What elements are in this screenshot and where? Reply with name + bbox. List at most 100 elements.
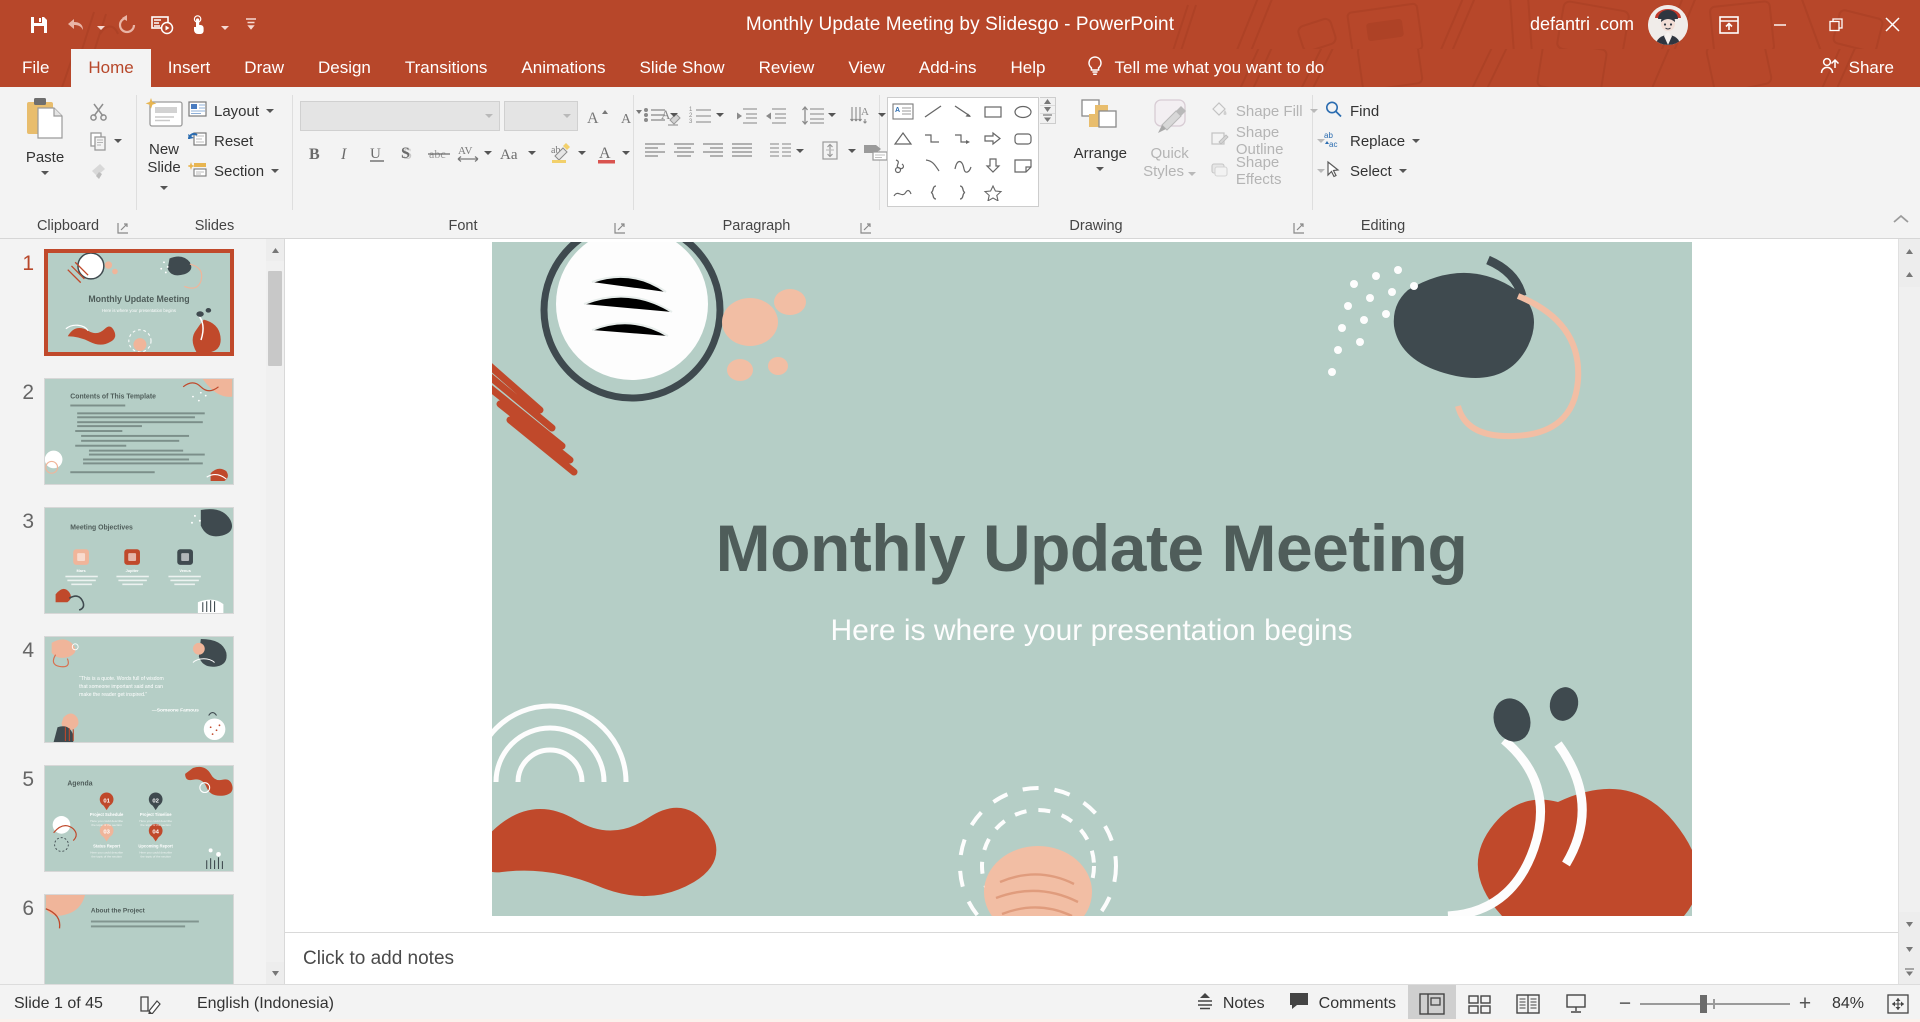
cut-icon[interactable] <box>83 97 113 125</box>
view-reading-button[interactable] <box>1504 985 1552 1022</box>
list-item[interactable]: 2 Contents of This Template <box>0 378 266 485</box>
list-item[interactable]: 3 Meeting Objectives Mars Jupiter Venus <box>0 507 266 614</box>
strikethrough-icon[interactable]: abc <box>424 139 454 167</box>
new-slide-button[interactable]: New Slide <box>144 93 184 195</box>
canvas-vertical-scrollbar[interactable] <box>1898 239 1920 984</box>
list-item[interactable]: 1 Monthly Update Meeting Here is where y… <box>0 249 266 356</box>
shapes-scroll-up-icon[interactable] <box>1040 98 1056 106</box>
tab-slide-show[interactable]: Slide Show <box>623 49 742 87</box>
account-name[interactable]: defantri .com <box>1530 14 1634 35</box>
replace-caret[interactable] <box>1412 139 1421 143</box>
quick-styles-caret[interactable] <box>1188 172 1197 176</box>
replace-button[interactable]: ab ac Replace <box>1320 127 1446 155</box>
line-spacing-caret[interactable] <box>828 113 836 117</box>
arrange-caret[interactable] <box>1096 167 1105 171</box>
collapse-ribbon-icon[interactable] <box>1892 213 1910 232</box>
list-item[interactable]: 6 About the Project <box>0 894 266 984</box>
tell-me-search[interactable]: Tell me what you want to do <box>1062 49 1324 87</box>
accessibility-checker-icon[interactable] <box>135 985 165 1022</box>
decrease-indent-icon[interactable] <box>733 101 761 129</box>
character-spacing-caret[interactable] <box>484 151 492 155</box>
tab-design[interactable]: Design <box>301 49 388 87</box>
shapes-scroll-down-icon[interactable] <box>1040 106 1056 114</box>
canvas-prev-slide-icon[interactable] <box>1899 263 1920 287</box>
find-button[interactable]: Find <box>1320 97 1446 125</box>
text-highlight-color-icon[interactable]: ab <box>547 139 577 167</box>
shape-effects-button[interactable]: Shape Effects <box>1206 154 1331 188</box>
close-button[interactable] <box>1864 0 1920 49</box>
canvas-scrollbar-track[interactable] <box>1899 287 1920 912</box>
shape-left-brace[interactable] <box>918 179 948 206</box>
numbering-icon[interactable]: 123 <box>687 101 715 129</box>
change-case-icon[interactable]: Aa <box>497 139 527 167</box>
section-button[interactable]: Section <box>184 157 285 185</box>
view-slide-sorter-button[interactable] <box>1456 985 1504 1022</box>
avatar[interactable] <box>1648 4 1688 45</box>
numbering-caret[interactable] <box>716 113 724 117</box>
new-slide-caret[interactable] <box>160 186 168 190</box>
change-case-caret[interactable] <box>528 151 536 155</box>
zoom-out-button[interactable]: − <box>1610 985 1640 1022</box>
undo-icon[interactable] <box>58 9 92 41</box>
font-color-icon[interactable]: A <box>593 139 621 167</box>
shape-oval[interactable] <box>1008 98 1038 125</box>
quick-access-toolbar[interactable] <box>0 9 258 41</box>
italic-icon[interactable]: I <box>331 139 361 167</box>
shape-right-arrow[interactable] <box>978 125 1008 152</box>
section-caret[interactable] <box>271 169 280 173</box>
font-dialog-launcher[interactable] <box>613 221 627 235</box>
zoom-slider[interactable] <box>1640 985 1790 1022</box>
text-direction-icon[interactable]: A <box>847 101 877 129</box>
restore-button[interactable] <box>1808 0 1864 49</box>
select-button[interactable]: Select <box>1320 157 1446 185</box>
slide-subtitle-text[interactable]: Here is where your presentation begins <box>492 614 1692 648</box>
shape-triangle[interactable] <box>888 125 918 152</box>
tab-home[interactable]: Home <box>71 49 151 87</box>
shape-rounded-rectangle[interactable] <box>1008 125 1038 152</box>
canvas-next-slide-icon[interactable] <box>1899 936 1920 960</box>
text-shadow-icon[interactable]: SS <box>393 139 423 167</box>
thumbnail-slide-4[interactable]: “This is a quote. Words full of wisdom t… <box>44 636 234 743</box>
center-icon[interactable] <box>670 137 698 165</box>
font-size-box[interactable] <box>504 101 578 131</box>
font-name-box[interactable] <box>300 101 500 131</box>
customize-qat-icon[interactable] <box>244 9 258 41</box>
text-highlight-caret[interactable] <box>578 151 586 155</box>
tab-review[interactable]: Review <box>742 49 832 87</box>
shape-arrow[interactable] <box>948 98 978 125</box>
paragraph-dialog-launcher[interactable] <box>859 221 873 235</box>
tab-file[interactable]: File <box>0 49 71 87</box>
drawing-dialog-launcher[interactable] <box>1292 221 1306 235</box>
quick-styles-button[interactable]: Quick Styles <box>1136 93 1203 181</box>
thumbnail-slide-6[interactable]: About the Project <box>44 894 234 984</box>
scroll-up-icon[interactable] <box>266 239 284 261</box>
notes-toggle-button[interactable]: Notes <box>1183 985 1277 1022</box>
scrollbar-thumb[interactable] <box>268 271 282 366</box>
shape-wave[interactable] <box>948 152 978 179</box>
tab-help[interactable]: Help <box>994 49 1063 87</box>
tab-animations[interactable]: Animations <box>504 49 622 87</box>
font-size-caret[interactable] <box>563 114 571 118</box>
tab-draw[interactable]: Draw <box>227 49 301 87</box>
tab-add-ins[interactable]: Add-ins <box>902 49 994 87</box>
shape-outline-button[interactable]: Shape Outline <box>1206 124 1331 158</box>
fit-slide-to-window-icon[interactable] <box>1876 985 1920 1022</box>
shapes-gallery-scroll[interactable] <box>1040 97 1057 124</box>
thumbnail-slide-2[interactable]: Contents of This Template <box>44 378 234 485</box>
paste-dropdown-caret[interactable] <box>41 171 49 175</box>
zoom-percent[interactable]: 84% <box>1820 995 1876 1013</box>
increase-indent-icon[interactable] <box>762 101 790 129</box>
tab-view[interactable]: View <box>831 49 902 87</box>
list-item[interactable]: 5 Agenda 01 02 03 04 Project Schedule Pr… <box>0 765 266 872</box>
shapes-gallery[interactable]: A <box>887 97 1039 207</box>
paste-button[interactable]: Paste <box>7 93 83 175</box>
bullets-icon[interactable] <box>641 101 669 129</box>
reset-button[interactable]: Reset <box>184 127 285 155</box>
ribbon-display-options-icon[interactable] <box>1706 5 1752 45</box>
shape-down-arrow[interactable] <box>978 152 1008 179</box>
thumbnail-slide-3[interactable]: Meeting Objectives Mars Jupiter Venus <box>44 507 234 614</box>
arrange-button[interactable]: Arrange <box>1065 93 1135 171</box>
shape-right-brace[interactable] <box>948 179 978 206</box>
canvas-scroll-down-icon[interactable] <box>1899 912 1920 936</box>
bullets-caret[interactable] <box>670 113 678 117</box>
